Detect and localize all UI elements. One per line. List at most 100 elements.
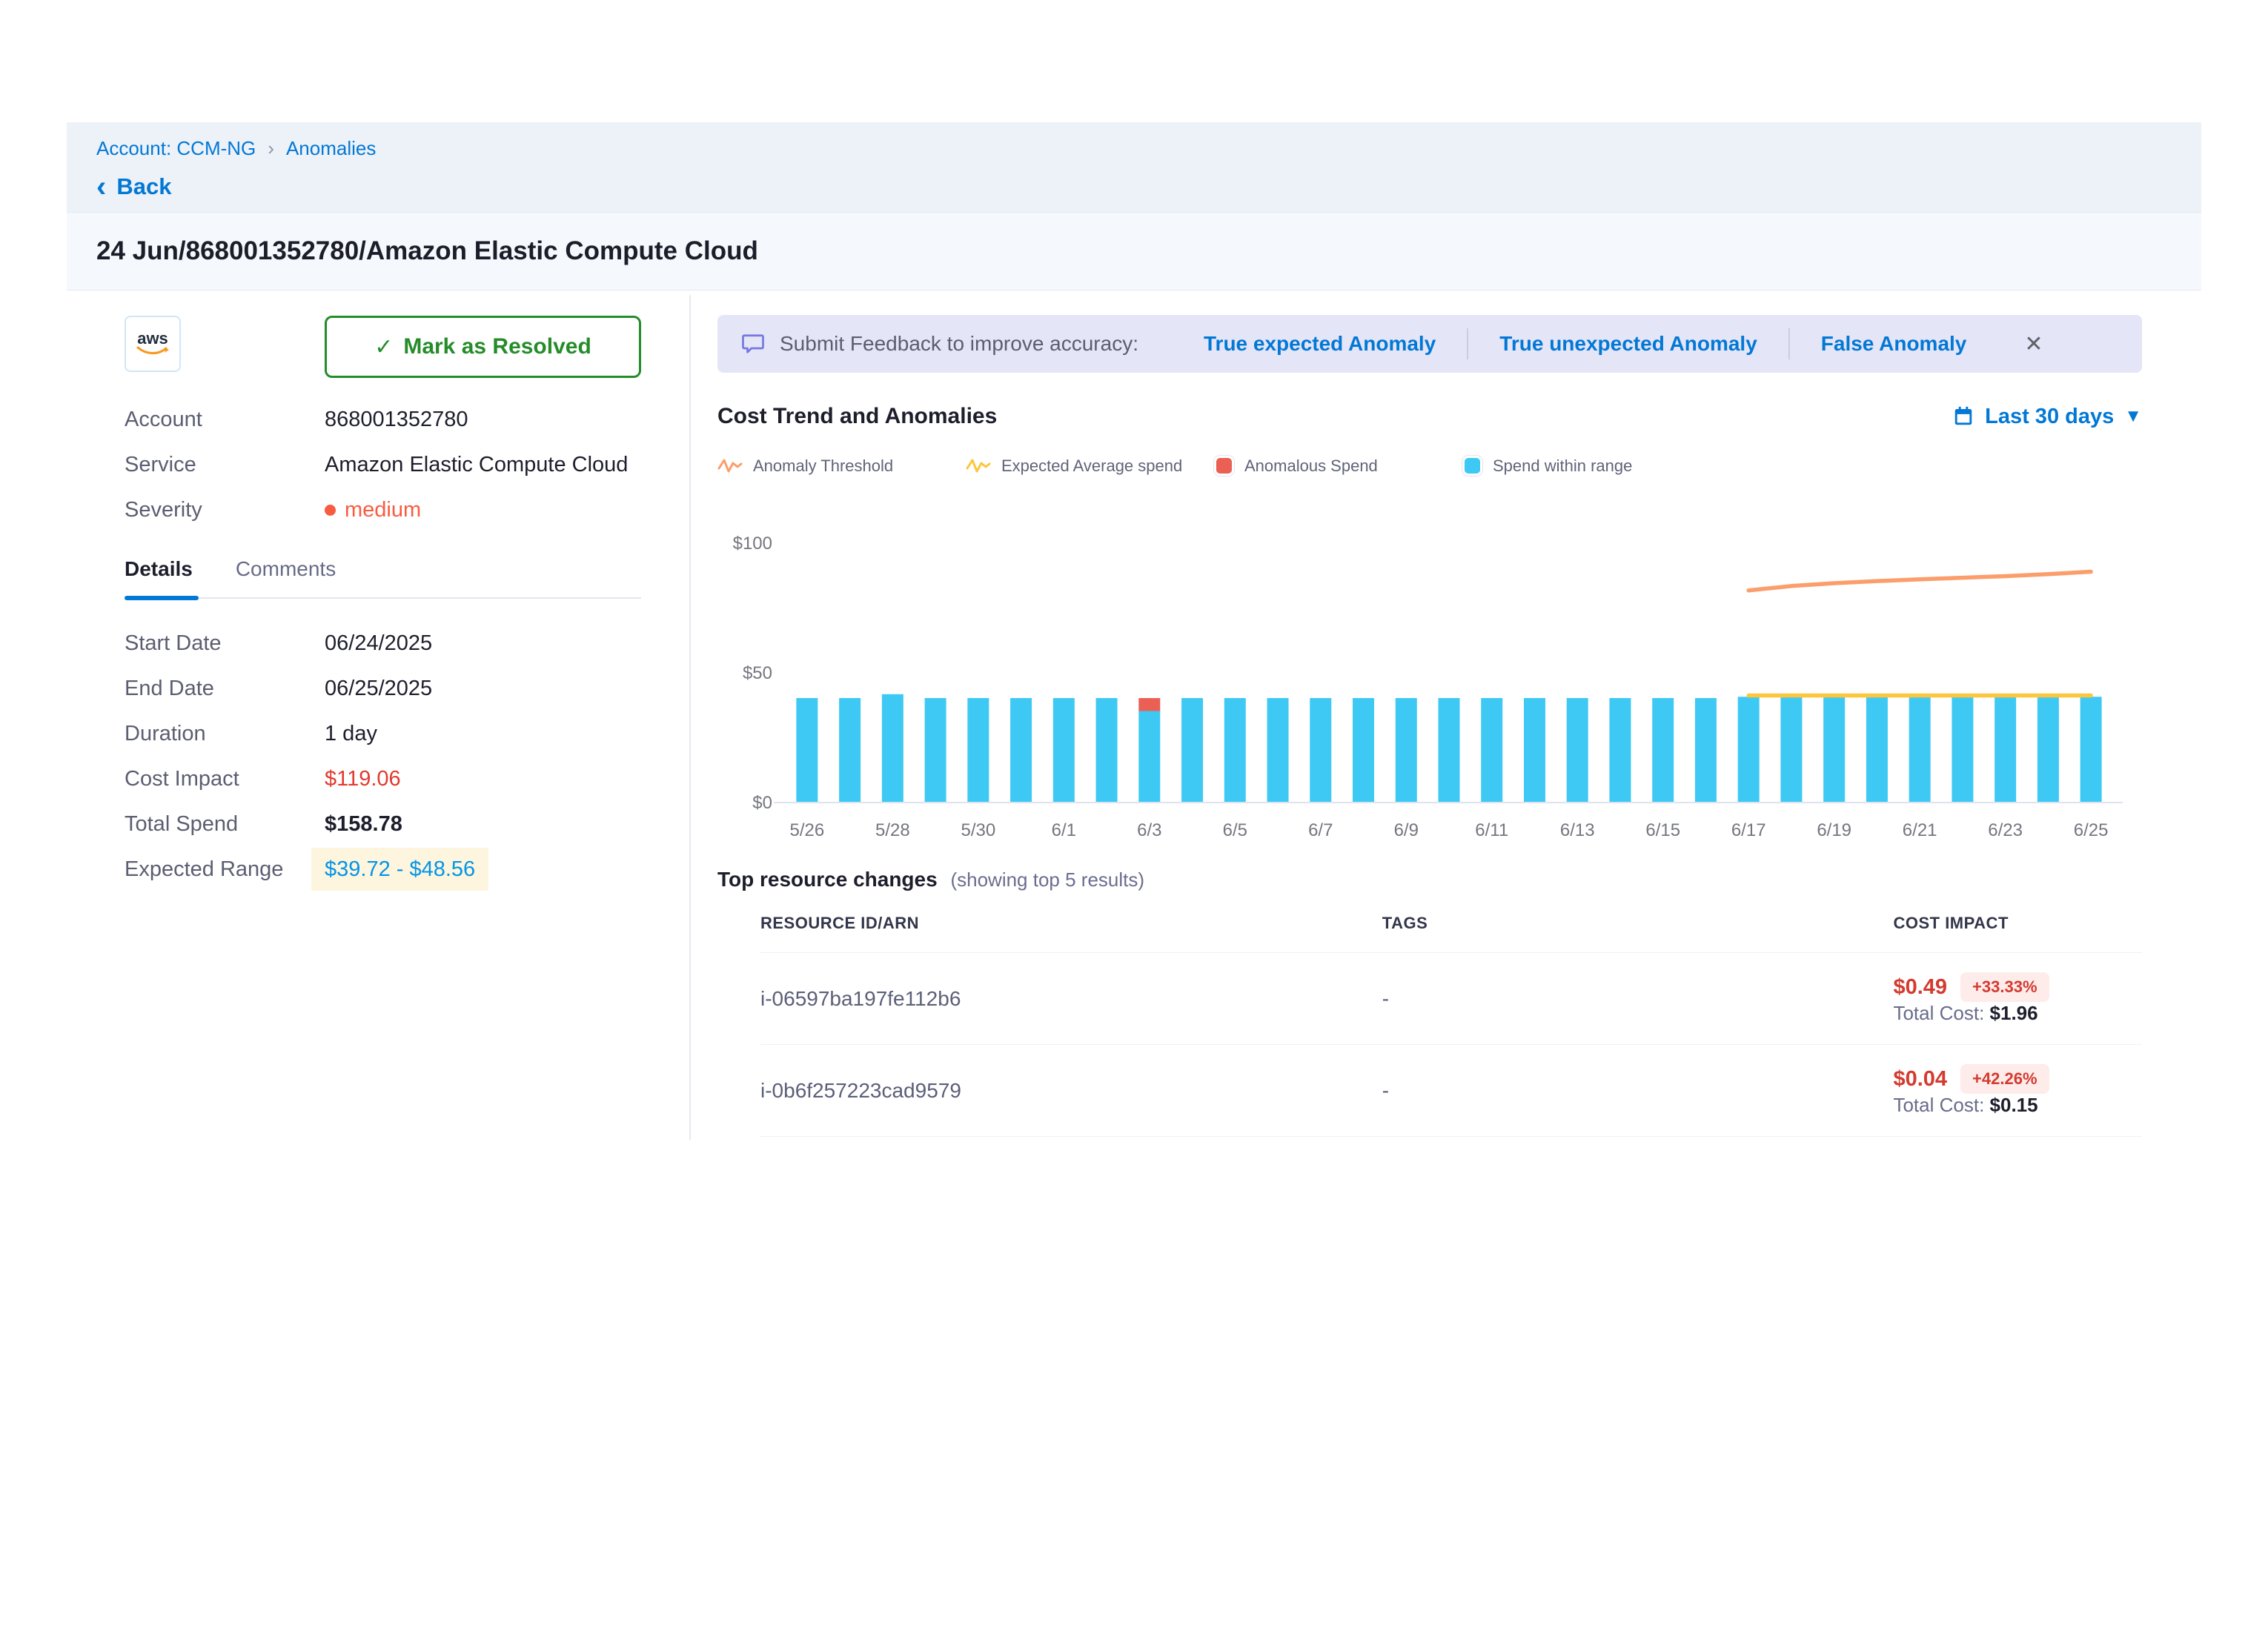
- svg-text:6/3: 6/3: [1137, 820, 1161, 840]
- total-cost-value: $1.96: [1990, 1002, 2038, 1024]
- expected-range-row: Expected Range $39.72 - $48.56: [125, 856, 641, 883]
- active-tab-indicator: [125, 596, 199, 600]
- legend-anomalous-spend[interactable]: Anomalous Spend: [1214, 456, 1462, 476]
- chart-title: Cost Trend and Anomalies: [717, 404, 997, 429]
- svg-text:5/30: 5/30: [961, 820, 995, 840]
- back-button[interactable]: ‹ Back: [96, 173, 171, 200]
- tab-details[interactable]: Details: [125, 557, 193, 581]
- legend-anomaly-threshold[interactable]: Anomaly Threshold: [717, 456, 966, 476]
- end-date-value: 06/25/2025: [325, 675, 641, 703]
- cost-impact-amount: $0.04: [1893, 1067, 1947, 1092]
- account-value: 868001352780: [325, 406, 641, 433]
- legend-label: Anomalous Spend: [1244, 456, 1378, 476]
- svg-text:$100: $100: [733, 534, 772, 554]
- severity-value: medium: [345, 496, 421, 523]
- cost-impact-amount: $0.49: [1893, 975, 1947, 1000]
- cost-impact-label: Cost Impact: [125, 765, 325, 793]
- severity-field: Severity medium: [125, 496, 641, 523]
- resource-id: i-06597ba197fe112b6: [760, 987, 1382, 1011]
- resource-tags: -: [1382, 1079, 1894, 1103]
- resources-title: Top resource changes: [717, 868, 938, 891]
- column-resource-id: RESOURCE ID/ARN: [760, 914, 1382, 933]
- back-label: Back: [116, 173, 171, 200]
- table-row: i-0b6f257223cad9579 - $0.04 +42.26% Tota…: [760, 1044, 2142, 1137]
- cost-impact-value: $119.06: [325, 765, 641, 793]
- svg-text:5/28: 5/28: [875, 820, 910, 840]
- total-spend-value: $158.78: [325, 811, 641, 838]
- legend-label: Expected Average spend: [1001, 456, 1182, 476]
- aws-logo: aws: [125, 316, 181, 372]
- svg-text:6/9: 6/9: [1394, 820, 1419, 840]
- feedback-true-unexpected-button[interactable]: True unexpected Anomaly: [1468, 332, 1788, 356]
- anomaly-trend-panel: Submit Feedback to improve accuracy: Tru…: [691, 290, 2201, 1150]
- tab-comments[interactable]: Comments: [236, 557, 336, 581]
- end-date-row: End Date 06/25/2025: [125, 675, 641, 703]
- svg-text:5/26: 5/26: [790, 820, 825, 840]
- column-cost-impact: COST IMPACT: [1893, 914, 2142, 933]
- resources-table: RESOURCE ID/ARN TAGS COST IMPACT i-06597…: [760, 914, 2142, 1137]
- legend-expected-average[interactable]: Expected Average spend: [966, 456, 1214, 476]
- svg-text:6/5: 6/5: [1223, 820, 1247, 840]
- resource-cost-cell: $0.04 +42.26% Total Cost: $0.15: [1893, 1064, 2142, 1117]
- column-tags: TAGS: [1382, 914, 1894, 933]
- duration-value: 1 day: [325, 720, 641, 748]
- spend-within-range-swatch-icon: [1462, 456, 1482, 476]
- expected-range-value: $39.72 - $48.56: [311, 848, 488, 891]
- start-date-label: Start Date: [125, 630, 325, 657]
- chart-legend: Anomaly Threshold Expected Average spend…: [717, 456, 2142, 476]
- end-date-label: End Date: [125, 675, 325, 703]
- start-date-value: 06/24/2025: [325, 630, 641, 657]
- feedback-false-anomaly-button[interactable]: False Anomaly: [1790, 332, 1998, 356]
- svg-text:6/15: 6/15: [1645, 820, 1680, 840]
- svg-text:6/23: 6/23: [1988, 820, 2023, 840]
- legend-label: Anomaly Threshold: [753, 456, 893, 476]
- legend-label: Spend within range: [1493, 456, 1632, 476]
- mark-as-resolved-button[interactable]: ✓ Mark as Resolved: [325, 316, 641, 378]
- check-icon: ✓: [374, 334, 393, 360]
- resource-cost-cell: $0.49 +33.33% Total Cost: $1.96: [1893, 972, 2142, 1025]
- feedback-bar: Submit Feedback to improve accuracy: Tru…: [717, 315, 2142, 373]
- svg-text:$0: $0: [752, 793, 772, 813]
- chat-bubble-icon: [740, 331, 766, 357]
- legend-spend-within-range[interactable]: Spend within range: [1462, 456, 1711, 476]
- account-label: Account: [125, 406, 325, 433]
- resource-tags: -: [1382, 987, 1894, 1011]
- breadcrumb-account-link[interactable]: Account: CCM-NG: [96, 137, 256, 160]
- anomaly-summary-panel: aws ✓ Mark as Resolved Account 868001352…: [67, 290, 689, 1150]
- svg-text:6/7: 6/7: [1308, 820, 1333, 840]
- total-cost-label: Total Cost:: [1893, 1094, 1984, 1116]
- total-spend-label: Total Spend: [125, 811, 325, 838]
- title-band: 24 Jun/868001352780/Amazon Elastic Compu…: [67, 212, 2201, 290]
- total-cost-value: $0.15: [1990, 1094, 2038, 1116]
- cost-impact-percent-badge: +42.26%: [1960, 1064, 2049, 1094]
- table-row: i-06597ba197fe112b6 - $0.49 +33.33% Tota…: [760, 952, 2142, 1044]
- feedback-close-icon[interactable]: ✕: [2024, 331, 2043, 357]
- start-date-row: Start Date 06/24/2025: [125, 630, 641, 657]
- service-label: Service: [125, 451, 325, 478]
- breadcrumb-anomalies-link[interactable]: Anomalies: [286, 137, 376, 160]
- account-field: Account 868001352780: [125, 406, 641, 433]
- mark-as-resolved-label: Mark as Resolved: [403, 334, 591, 359]
- svg-text:6/11: 6/11: [1475, 820, 1508, 840]
- breadcrumb-chevron-icon: ›: [268, 137, 274, 160]
- date-range-label: Last 30 days: [1985, 405, 2114, 429]
- calendar-icon: [1952, 405, 1974, 428]
- total-spend-row: Total Spend $158.78: [125, 811, 641, 838]
- aws-smile-icon: [136, 346, 169, 356]
- caret-down-icon: ▼: [2124, 406, 2142, 427]
- cost-impact-percent-badge: +33.33%: [1960, 972, 2049, 1002]
- feedback-true-expected-button[interactable]: True expected Anomaly: [1173, 332, 1467, 356]
- expected-line-icon: [966, 457, 991, 475]
- resource-id: i-0b6f257223cad9579: [760, 1079, 1382, 1103]
- page-title: 24 Jun/868001352780/Amazon Elastic Compu…: [96, 236, 2172, 266]
- cost-trend-chart[interactable]: $0$50$1005/265/285/306/16/36/56/76/96/11…: [717, 489, 2141, 843]
- anomaly-detail-page: Account: CCM-NG › Anomalies ‹ Back 24 Ju…: [67, 122, 2201, 1150]
- back-chevron-icon: ‹: [96, 176, 106, 197]
- header-band: Account: CCM-NG › Anomalies ‹ Back: [67, 122, 2201, 212]
- feedback-prompt: Submit Feedback to improve accuracy:: [780, 332, 1138, 356]
- main-content: aws ✓ Mark as Resolved Account 868001352…: [67, 290, 2201, 1150]
- cost-impact-row: Cost Impact $119.06: [125, 765, 641, 793]
- svg-text:6/1: 6/1: [1052, 820, 1076, 840]
- service-value: Amazon Elastic Compute Cloud: [325, 451, 641, 478]
- date-range-dropdown[interactable]: Last 30 days ▼: [1952, 405, 2142, 429]
